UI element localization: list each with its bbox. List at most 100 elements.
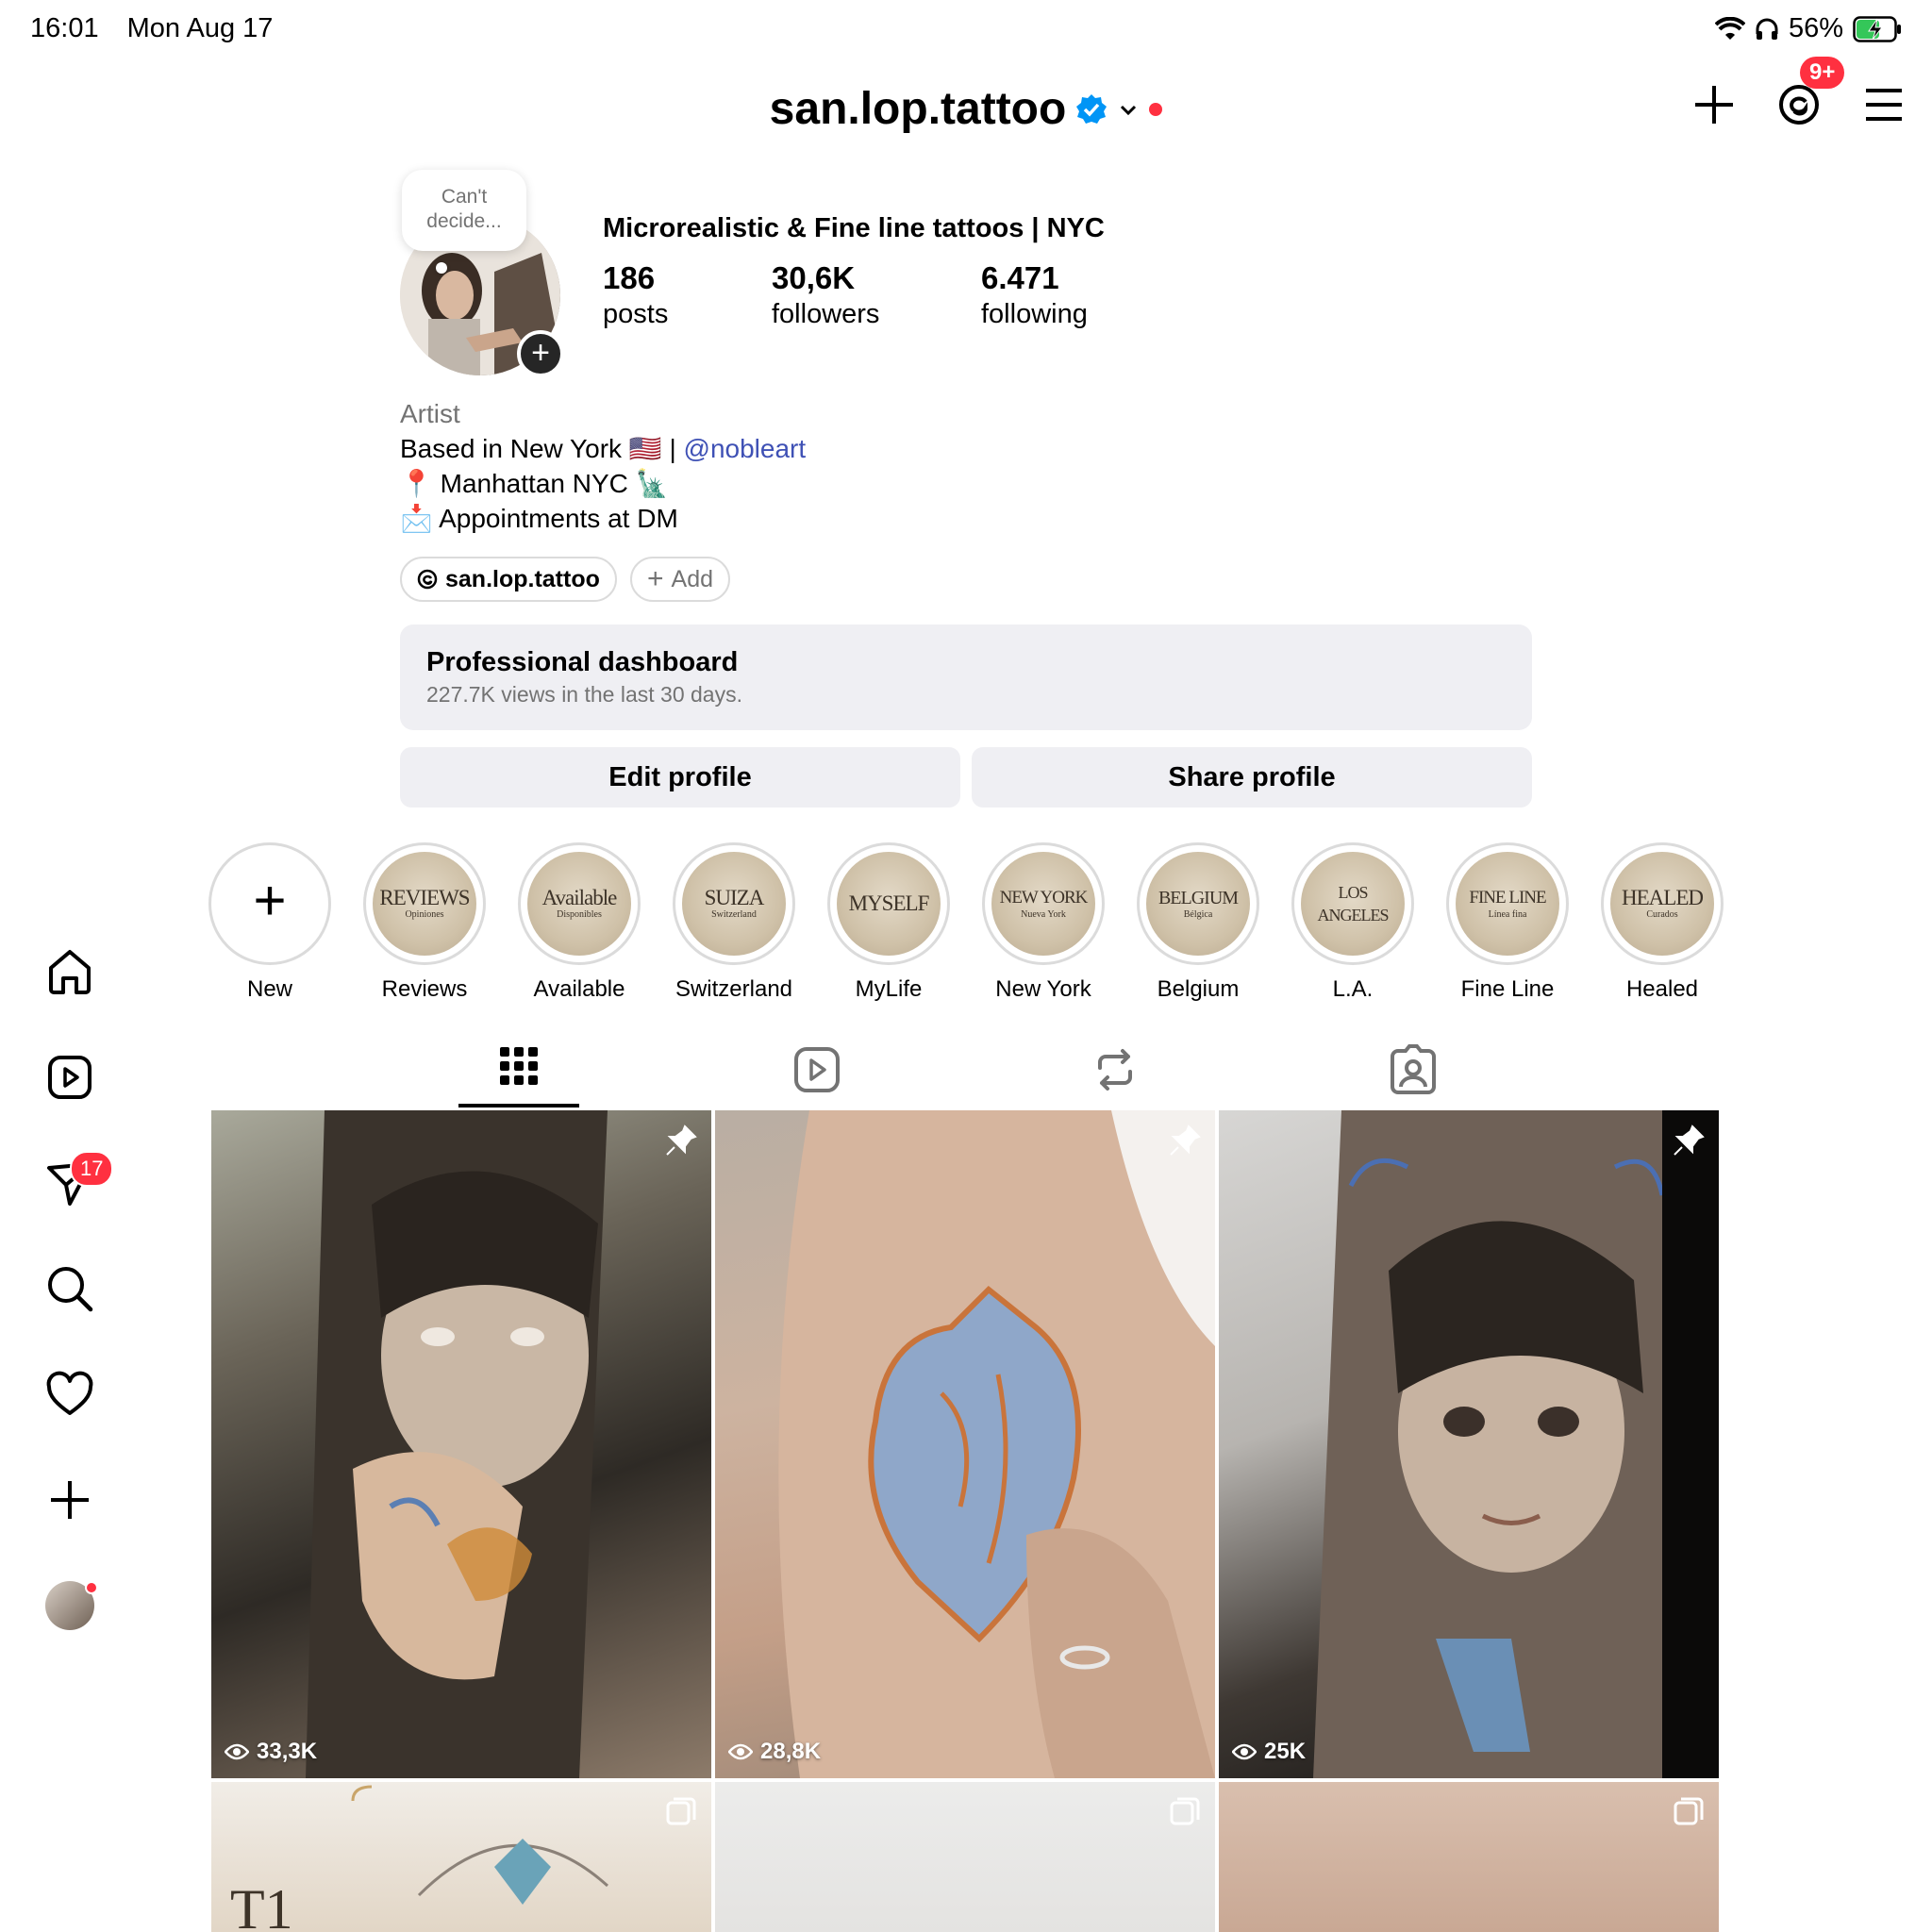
top-actions: 9+ — [1692, 57, 1906, 126]
nav-activity-button[interactable] — [45, 1370, 94, 1419]
eye-icon — [728, 1743, 753, 1760]
highlight-new[interactable]: + New — [192, 842, 347, 1003]
add-link-chip[interactable]: + Add — [630, 557, 731, 602]
home-icon — [49, 950, 91, 994]
highlight-cover: REVIEWS Opiniones — [373, 852, 476, 956]
highlight-switzerland[interactable]: SUIZA Switzerland Switzerland — [657, 842, 811, 1003]
post-image — [778, 1110, 1215, 1778]
highlight-available[interactable]: Available Disponibles Available — [502, 842, 657, 1003]
threads-chip-label: san.lop.tattoo — [445, 565, 600, 592]
highlight-la[interactable]: LOS ANGELES L.A. — [1275, 842, 1430, 1003]
highlight-fine-line[interactable]: FINE LINE Línea fina Fine Line — [1430, 842, 1585, 1003]
dashboard-title: Professional dashboard — [426, 647, 739, 677]
cover-title: SUIZA — [704, 886, 765, 909]
cover-title: REVIEWS — [379, 886, 470, 909]
bio-line-3: 📩 Appointments at DM — [400, 504, 678, 533]
cover-subtitle: Curados — [1646, 909, 1678, 920]
tab-reposts[interactable] — [1087, 1041, 1143, 1098]
cover-title: HEALED — [1622, 886, 1704, 909]
dashboard-subtitle: 227.7K views in the last 30 days. — [426, 682, 742, 707]
highlight-healed[interactable]: HEALED Curados Healed — [1585, 842, 1740, 1003]
nav-reels-button[interactable] — [45, 1053, 94, 1102]
post-tile[interactable]: 28,8K — [715, 1110, 1215, 1778]
bio-line-1-text: Based in New York 🇺🇸 | — [400, 434, 684, 463]
pinned-post-icon — [1674, 1124, 1705, 1156]
highlight-label: L.A. — [1332, 976, 1374, 1002]
highlight-label: Switzerland — [675, 976, 793, 1002]
bio-line-2: 📍 Manhattan NYC 🗽 — [400, 469, 669, 498]
post-image — [306, 1110, 608, 1778]
grid-icon — [500, 1047, 538, 1085]
highlight-label: MyLife — [855, 976, 923, 1002]
cover-subtitle: Nueva York — [1021, 909, 1066, 920]
highlight-cover: FINE LINE Línea fina — [1456, 852, 1559, 956]
highlight-ring: LOS ANGELES — [1291, 842, 1414, 965]
post-tile[interactable]: T1 — [211, 1782, 711, 1932]
cover-subtitle: Switzerland — [711, 909, 757, 920]
nav-search-button[interactable] — [45, 1264, 94, 1313]
view-count: 25K — [1232, 1739, 1306, 1765]
highlight-new-york[interactable]: NEW YORK Nueva York New York — [966, 842, 1121, 1003]
post-tile[interactable] — [715, 1782, 1215, 1932]
cover-title: LOS ANGELES — [1317, 883, 1390, 924]
stat-posts[interactable]: 186 posts — [603, 260, 668, 332]
nav-home-button[interactable] — [45, 947, 94, 996]
verified-badge-icon — [1076, 93, 1108, 124]
edit-profile-button[interactable]: Edit profile — [400, 747, 960, 808]
threads-button[interactable]: 9+ — [1777, 57, 1845, 126]
account-switcher[interactable]: san.lop.tattoo — [0, 83, 1932, 135]
profile-note[interactable]: Can't decide... — [402, 170, 526, 251]
carousel-post-icon — [666, 1797, 696, 1825]
chevron-down-icon — [1121, 105, 1137, 115]
highlight-cover: HEALED Curados — [1610, 852, 1714, 956]
highlight-label: Belgium — [1157, 976, 1240, 1002]
reels-icon — [48, 1056, 92, 1099]
tab-tagged[interactable] — [1385, 1041, 1441, 1098]
plus-icon — [1695, 86, 1733, 124]
highlight-ring: MYSELF — [827, 842, 950, 965]
highlight-label: Reviews — [381, 976, 468, 1002]
create-button[interactable] — [1692, 83, 1736, 126]
carousel-post-icon — [1170, 1797, 1200, 1825]
menu-button[interactable] — [1862, 83, 1906, 126]
highlight-ring: NEW YORK Nueva York — [982, 842, 1105, 965]
highlight-reviews[interactable]: REVIEWS Opiniones Reviews — [347, 842, 502, 1003]
highlight-ring: SUIZA Switzerland — [673, 842, 795, 965]
professional-dashboard[interactable]: Professional dashboard 227.7K views in t… — [400, 625, 1532, 730]
post-tile[interactable]: 33,3K — [211, 1110, 711, 1778]
highlight-label: Available — [533, 976, 625, 1002]
highlight-ring: FINE LINE Línea fina — [1446, 842, 1569, 965]
nav-create-button[interactable] — [45, 1475, 94, 1524]
plus-icon — [51, 1481, 89, 1519]
view-count: 28,8K — [728, 1739, 821, 1765]
highlight-ring: Available Disponibles — [518, 842, 641, 965]
stat-value: 186 — [603, 260, 656, 295]
highlight-ring: BELGIUM Bélgica — [1137, 842, 1259, 965]
cover-subtitle: Línea fina — [1488, 909, 1527, 920]
highlight-belgium[interactable]: BELGIUM Bélgica Belgium — [1121, 842, 1275, 1003]
profile-bio: Artist Based in New York 🇺🇸 | @nobleart … — [400, 396, 806, 536]
post-image — [1313, 1110, 1719, 1778]
highlight-mylife[interactable]: MYSELF MyLife — [811, 842, 966, 1003]
cover-title: FINE LINE — [1469, 888, 1546, 908]
tab-reels[interactable] — [789, 1041, 845, 1098]
stat-followers[interactable]: 30,6K followers — [772, 260, 879, 332]
repost-icon — [1098, 1049, 1132, 1091]
post-tile[interactable] — [1219, 1782, 1719, 1932]
profile-display-name: Microrealistic & Fine line tattoos | NYC — [603, 213, 1105, 243]
tab-posts-grid[interactable] — [491, 1041, 547, 1098]
eye-icon — [1232, 1743, 1257, 1760]
profile-username: san.lop.tattoo — [769, 84, 1067, 134]
battery-percent: 56% — [1788, 13, 1843, 43]
share-profile-button[interactable]: Share profile — [972, 747, 1532, 808]
post-tile[interactable]: 25K — [1219, 1110, 1719, 1778]
hamburger-menu-icon — [1866, 89, 1902, 121]
wifi-icon — [1714, 16, 1745, 40]
threads-profile-chip[interactable]: san.lop.tattoo — [400, 557, 617, 602]
stat-following[interactable]: 6.471 following — [981, 260, 1088, 332]
add-story-button[interactable]: + — [517, 330, 564, 377]
highlight-cover: SUIZA Switzerland — [682, 852, 786, 956]
bio-mention-link[interactable]: @nobleart — [684, 434, 807, 463]
status-time: 16:01 — [30, 13, 99, 43]
reels-icon — [794, 1047, 840, 1092]
